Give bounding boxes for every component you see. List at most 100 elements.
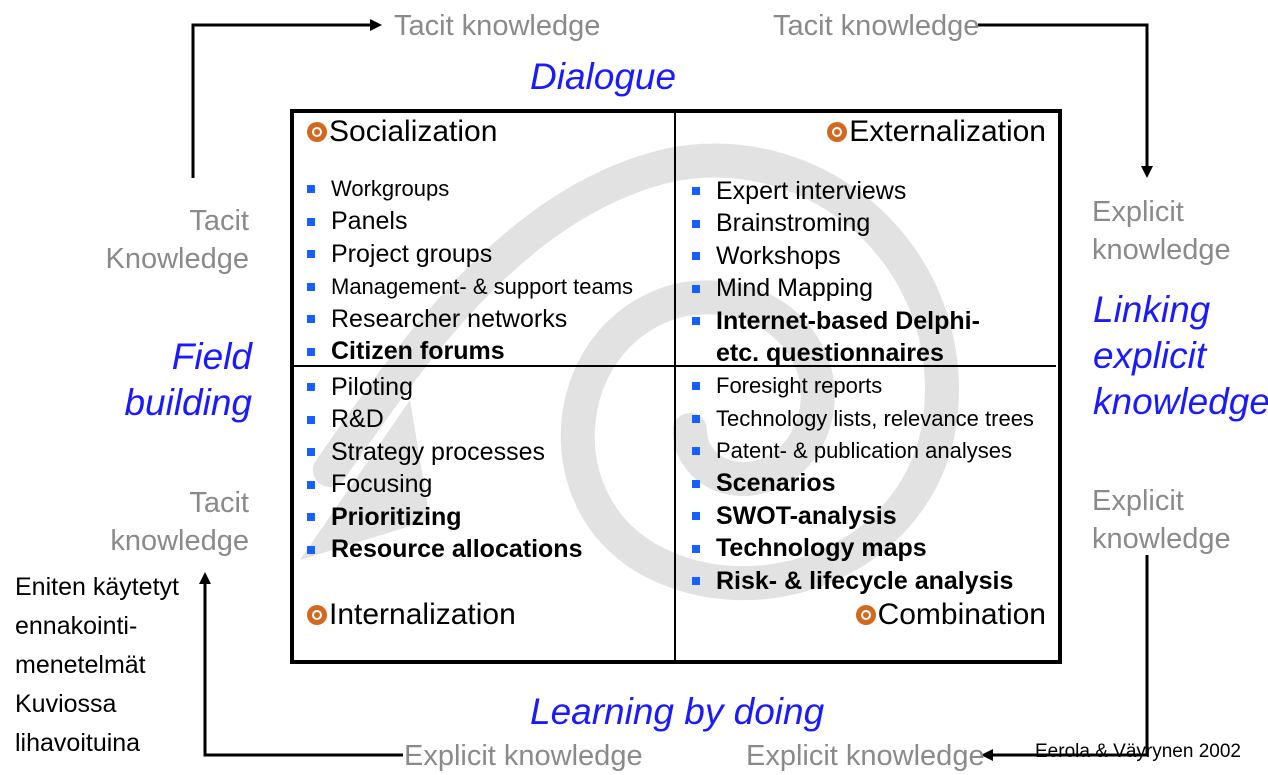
note-line: Eniten käytetyt [15,573,179,601]
list-item-text: Project groups [331,239,493,268]
list-item: Risk- & lifecycle analysis [692,565,1034,598]
note-line: lihavoituina [15,729,141,757]
bullet-icon [692,577,700,586]
list-item: Expert interviews [692,175,980,208]
list-item: Patent- & publication analyses [692,435,1034,468]
list-item-text: Brainstroming [716,209,871,238]
quadrant-title-internalization: Internalization [307,598,516,632]
list-item: Focusing [307,469,582,502]
list-item-text: Prioritizing [331,502,462,531]
internalization-list: Piloting R&D Strategy processes Focusing Pri… [307,371,582,566]
list-item-text: Scenarios [716,469,836,498]
left-top-side-label: Tacit Knowledge [106,202,250,278]
bullet-icon [692,284,700,293]
list-item: Mind Mapping [692,273,980,306]
list-item: Technology lists, relevance trees [692,403,1034,436]
list-item: SWOT-analysis [692,500,1034,533]
combination-list: Foresight reports Technology lists, relev… [692,370,1034,598]
list-item-text: SWOT-analysis [716,501,897,530]
bottom-left-label: Explicit knowledge [404,740,643,772]
list-item: Prioritizing [307,501,582,534]
right-top-side-label: Explicit knowledge [1092,193,1231,269]
list-item-text: Citizen forums [331,337,505,366]
bullet-icon [307,480,315,489]
list-item-text: Workshops [716,241,841,270]
target-icon [827,122,848,142]
list-item-text: Strategy processes [331,437,545,466]
externalization-list: Expert interviews Brainstroming Workshops M… [692,175,980,370]
bullet-icon [307,545,315,554]
list-item-text: etc. questionnaires [716,339,944,368]
list-item-text: Resource allocations [331,535,583,564]
right-bottom-side-label: Explicit knowledge [1092,482,1231,558]
bottom-right-label: Explicit knowledge [746,740,985,772]
list-item: Brainstroming [692,208,980,241]
note-line: ennakointi- [15,612,138,640]
label-line: Linking [1093,289,1211,330]
label-line: knowledge [1092,523,1231,555]
label-line: Explicit [1092,196,1184,228]
list-item-text: Piloting [331,372,413,401]
list-item-text: R&D [331,405,384,434]
list-item: etc. questionnaires [692,338,980,371]
note-line: menetelmät [15,651,146,679]
list-item: Researcher networks [307,303,633,336]
label-line: Explicit [1092,485,1184,517]
bullet-icon [692,512,700,521]
citation: Eerola & Väyrynen 2002 [1035,741,1241,762]
bullet-icon [692,219,700,228]
quadrant-title-socialization: Socialization [307,115,497,149]
list-item: R&D [307,404,582,437]
bullet-icon [692,414,700,423]
label-line: explicit [1093,335,1207,376]
mode-learning-by-doing: Learning by doing [530,691,825,732]
label-line: knowledge [1092,234,1231,266]
bullet-icon [692,187,700,196]
bullet-icon [307,282,315,291]
label-line: Knowledge [105,243,250,275]
list-item: Management- & support teams [307,271,633,304]
label-line: knowledge [110,525,249,557]
list-item: Workshops [692,240,980,273]
list-item-text: Management- & support teams [331,273,634,299]
title-text: Externalization [849,115,1046,148]
list-item: Workgroups [307,173,633,206]
quadrant-title-externalization: Externalization [827,115,1046,149]
bullet-icon [692,479,700,488]
bullet-icon [307,415,315,424]
list-item: Scenarios [692,468,1034,501]
bullet-icon [307,217,315,226]
bullet-icon [692,447,700,456]
label-line: Tacit [189,487,249,519]
bullet-icon [307,448,315,457]
arrow-top-left [191,23,372,178]
top-right-label: Tacit knowledge [773,10,980,42]
note-text: Eniten käytetyt ennakointi- menetelmät K… [15,568,179,763]
bullet-icon [307,383,315,392]
arrowhead-top-right [1141,166,1153,178]
list-item: Resource allocations [307,534,582,567]
socialization-list: Workgroups Panels Project groups Management… [307,173,633,368]
bullet-icon [692,252,700,261]
mode-linking-explicit-knowledge: Linking explicit knowledge [1093,287,1268,425]
list-item: Piloting [307,371,582,404]
mode-field-building: Field building [124,334,252,426]
bullet-icon [307,315,315,324]
mode-dialogue: Dialogue [530,56,677,97]
label-line: Tacit [189,205,249,237]
target-icon [855,605,876,625]
list-item-text: Expert interviews [716,176,907,205]
arrowhead-top-left [370,19,382,31]
label-line: building [124,382,252,423]
top-left-label: Tacit knowledge [394,10,601,42]
list-item-text: Focusing [331,470,433,499]
list-item-text: Foresight reports [716,373,883,399]
list-item-text: Researcher networks [331,304,568,333]
bullet-icon [307,513,315,522]
quadrant-title-combination: Combination [855,598,1046,632]
list-item: Citizen forums [307,336,633,369]
list-item-text: Mind Mapping [716,274,874,303]
left-bottom-side-label: Tacit knowledge [110,484,249,560]
list-item: Project groups [307,238,633,271]
list-item-text: Panels [331,207,408,236]
